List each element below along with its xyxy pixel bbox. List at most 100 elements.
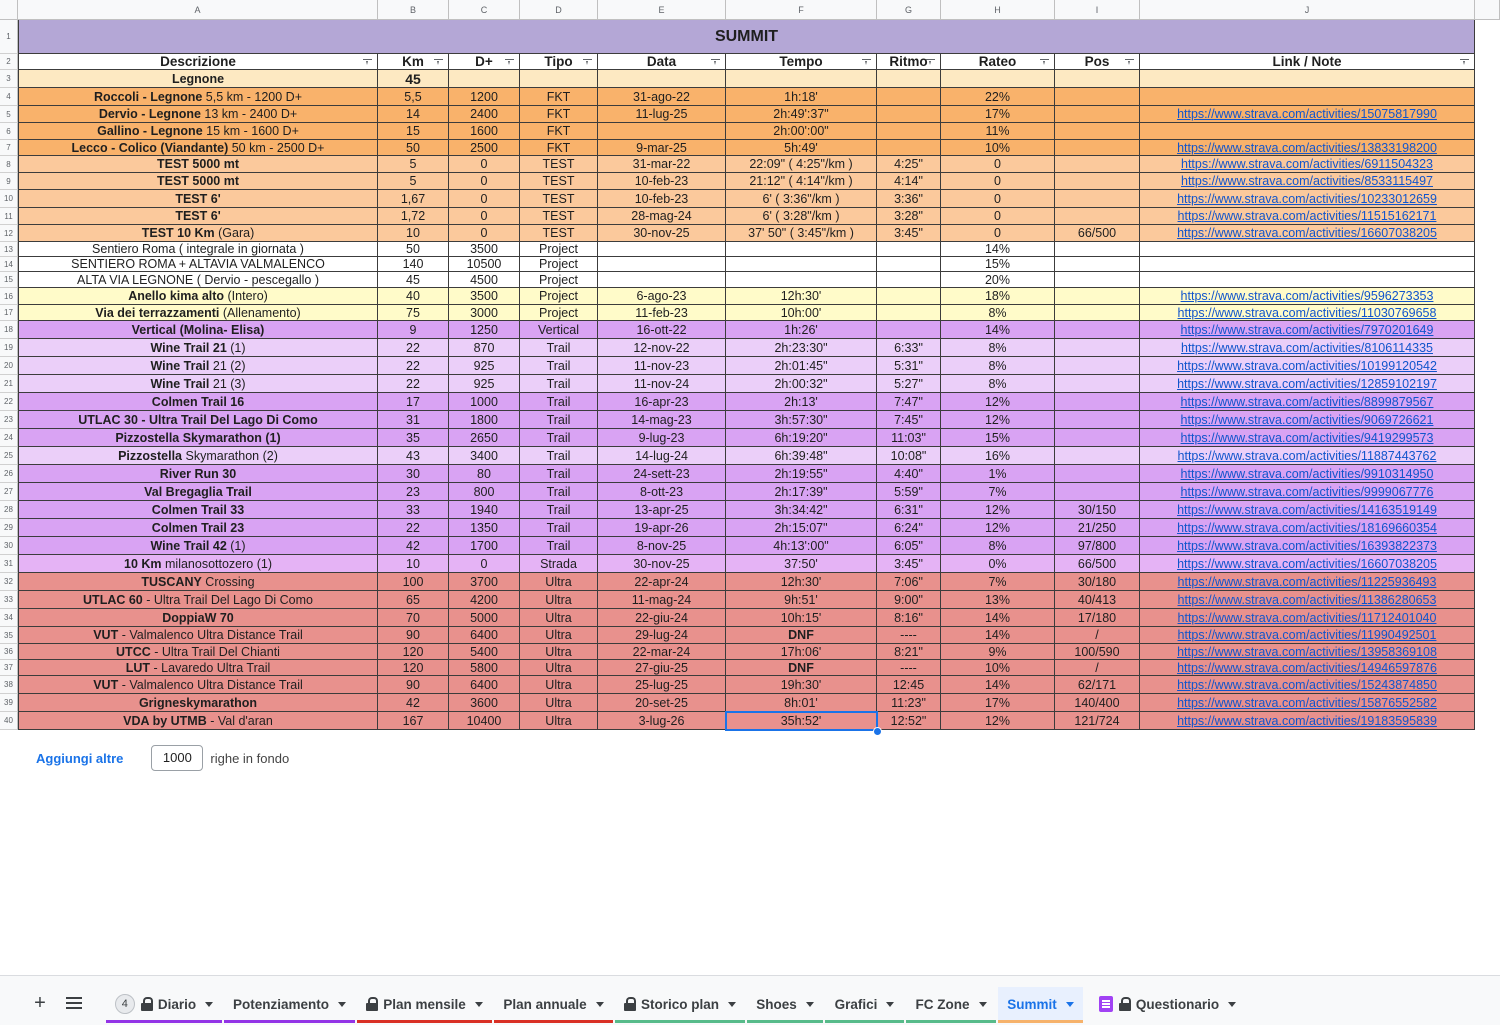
cell-rateo[interactable]: 14%: [941, 676, 1055, 694]
cell-tipo[interactable]: Trail: [520, 465, 598, 483]
cell-tempo[interactable]: [726, 242, 877, 257]
cell-tipo[interactable]: Trail: [520, 357, 598, 375]
strava-link[interactable]: https://www.strava.com/activities/128591…: [1177, 377, 1437, 391]
cell-link[interactable]: https://www.strava.com/activities/115151…: [1140, 208, 1475, 225]
cell-pos[interactable]: 100/590: [1055, 644, 1140, 660]
cell-link[interactable]: https://www.strava.com/activities/889987…: [1140, 393, 1475, 411]
row-header[interactable]: 3: [0, 70, 18, 88]
cell-data[interactable]: 22-apr-24: [598, 573, 726, 591]
strava-link[interactable]: https://www.strava.com/activities/797020…: [1181, 323, 1434, 337]
cell-pos[interactable]: [1055, 190, 1140, 208]
cell-d[interactable]: 1200: [449, 88, 520, 106]
cell-pos[interactable]: [1055, 339, 1140, 357]
column-header-f[interactable]: F: [726, 0, 877, 20]
cell-ritmo[interactable]: 4:14": [877, 173, 941, 190]
cell-d[interactable]: 3000: [449, 305, 520, 321]
cell-d[interactable]: 800: [449, 483, 520, 501]
row-header[interactable]: 6: [0, 123, 18, 140]
row-header[interactable]: 34: [0, 609, 18, 627]
cell-rateo[interactable]: 18%: [941, 288, 1055, 305]
cell-rateo[interactable]: 7%: [941, 483, 1055, 501]
cell-tempo[interactable]: 22:09" ( 4:25"/km ): [726, 156, 877, 173]
cell-ritmo[interactable]: [877, 106, 941, 123]
cell-data[interactable]: 30-nov-25: [598, 555, 726, 573]
strava-link[interactable]: https://www.strava.com/activities/110307…: [1178, 306, 1437, 320]
cell-pos[interactable]: /: [1055, 660, 1140, 676]
cell-tempo[interactable]: 2h:17:39": [726, 483, 877, 501]
cell-km[interactable]: 33: [378, 501, 449, 519]
cell-pos[interactable]: [1055, 88, 1140, 106]
cell-km[interactable]: 31: [378, 411, 449, 429]
cell-desc[interactable]: Wine Trail 21 (2): [18, 357, 378, 375]
cell-link[interactable]: https://www.strava.com/activities/906972…: [1140, 411, 1475, 429]
sheet-tab-storico-plan[interactable]: Storico plan: [615, 987, 745, 1023]
row-header[interactable]: 5: [0, 106, 18, 123]
cell-pos[interactable]: [1055, 173, 1140, 190]
cell-rateo[interactable]: 8%: [941, 357, 1055, 375]
strava-link[interactable]: https://www.strava.com/activities/138331…: [1177, 141, 1437, 155]
cell-tipo[interactable]: Ultra: [520, 694, 598, 712]
filter-icon[interactable]: [1125, 59, 1134, 67]
row-header[interactable]: 21: [0, 375, 18, 393]
row-header[interactable]: 28: [0, 501, 18, 519]
cell-km[interactable]: 1,72: [378, 208, 449, 225]
filter-icon[interactable]: [505, 59, 514, 67]
cell-pos[interactable]: 21/250: [1055, 519, 1140, 537]
cell-link[interactable]: https://www.strava.com/activities/128591…: [1140, 375, 1475, 393]
cell-data[interactable]: 27-giu-25: [598, 660, 726, 676]
cell-ritmo[interactable]: 4:25": [877, 156, 941, 173]
cell-tipo[interactable]: FKT: [520, 140, 598, 156]
strava-link[interactable]: https://www.strava.com/activities/101991…: [1177, 359, 1437, 373]
cell-tempo[interactable]: 6h:19:20": [726, 429, 877, 447]
cell-km[interactable]: 30: [378, 465, 449, 483]
cell-desc[interactable]: 10 Km milanosottozero (1): [18, 555, 378, 573]
cell-link[interactable]: [1140, 70, 1475, 88]
strava-link[interactable]: https://www.strava.com/activities/141635…: [1177, 503, 1437, 517]
row-header[interactable]: 14: [0, 257, 18, 272]
row-header[interactable]: 30: [0, 537, 18, 555]
cell-desc[interactable]: UTLAC 30 - Ultra Trail Del Lago Di Como: [18, 411, 378, 429]
cell-tipo[interactable]: Strada: [520, 555, 598, 573]
filter-icon[interactable]: [711, 59, 720, 67]
cell-ritmo[interactable]: 6:05": [877, 537, 941, 555]
cell-ritmo[interactable]: 6:31": [877, 501, 941, 519]
cell-desc[interactable]: TEST 5000 mt: [18, 173, 378, 190]
cell-ritmo[interactable]: 6:24": [877, 519, 941, 537]
cell-tipo[interactable]: Ultra: [520, 660, 598, 676]
cell-link[interactable]: https://www.strava.com/activities/181696…: [1140, 519, 1475, 537]
cell-pos[interactable]: [1055, 272, 1140, 288]
cell-rateo[interactable]: 8%: [941, 305, 1055, 321]
cell-ritmo[interactable]: ----: [877, 660, 941, 676]
strava-link[interactable]: https://www.strava.com/activities/163938…: [1177, 539, 1437, 553]
cell-d[interactable]: 3500: [449, 242, 520, 257]
cell-rateo[interactable]: 8%: [941, 537, 1055, 555]
cell-rateo[interactable]: 12%: [941, 411, 1055, 429]
cell-ritmo[interactable]: 3:45": [877, 555, 941, 573]
cell-data[interactable]: 9-mar-25: [598, 140, 726, 156]
cell-km[interactable]: 17: [378, 393, 449, 411]
cell-rateo[interactable]: 0: [941, 225, 1055, 242]
cell-pos[interactable]: /: [1055, 627, 1140, 644]
row-header[interactable]: 37: [0, 660, 18, 676]
cell-d[interactable]: [449, 70, 520, 88]
cell-km[interactable]: 42: [378, 694, 449, 712]
cell-pos[interactable]: 66/500: [1055, 555, 1140, 573]
cell-d[interactable]: 2500: [449, 140, 520, 156]
cell-pos[interactable]: [1055, 257, 1140, 272]
cell-pos[interactable]: [1055, 483, 1140, 501]
chevron-down-icon[interactable]: [805, 1001, 814, 1007]
cell-desc[interactable]: Vertical (Molina- Elisa): [18, 321, 378, 339]
filter-icon[interactable]: [583, 59, 592, 67]
cell-rateo[interactable]: 0: [941, 173, 1055, 190]
strava-link[interactable]: https://www.strava.com/activities/853311…: [1181, 174, 1433, 188]
cell-data[interactable]: 22-mar-24: [598, 644, 726, 660]
cell-data[interactable]: 31-mar-22: [598, 156, 726, 173]
row-header[interactable]: 39: [0, 694, 18, 712]
cell-pos[interactable]: [1055, 321, 1140, 339]
chevron-down-icon[interactable]: [595, 1001, 604, 1007]
cell-data[interactable]: 19-apr-26: [598, 519, 726, 537]
cell-pos[interactable]: 66/500: [1055, 225, 1140, 242]
cell-desc[interactable]: Anello kima alto (Intero): [18, 288, 378, 305]
cell-rateo[interactable]: 13%: [941, 591, 1055, 609]
cell-rateo[interactable]: [941, 70, 1055, 88]
